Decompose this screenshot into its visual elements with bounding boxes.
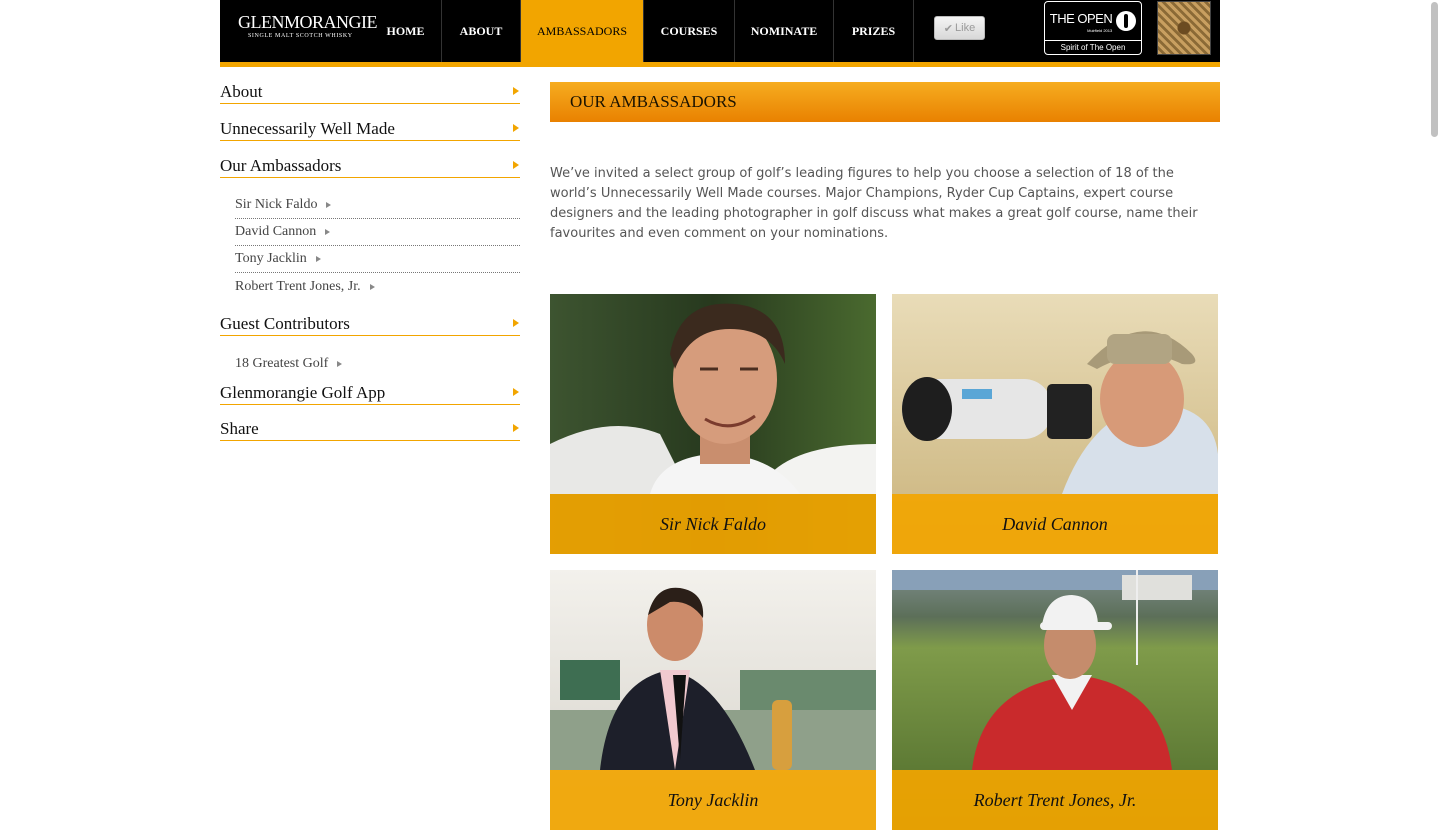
page-title: OUR AMBASSADORS: [550, 82, 1220, 122]
facebook-like-button[interactable]: ✔ Like: [934, 16, 985, 40]
ambassador-name: Robert Trent Jones, Jr.: [892, 770, 1218, 830]
ambassador-card-tony-jacklin[interactable]: Tony Jacklin: [550, 570, 876, 830]
top-header: GLENMORANGIE SINGLE MALT SCOTCH WHISKY H…: [220, 0, 1220, 62]
open-title: THE OPEN: [1049, 10, 1113, 26]
sidebar-item-unnecessarily-well-made[interactable]: Unnecessarily Well Made: [220, 119, 520, 141]
nav-about[interactable]: ABOUT: [442, 0, 521, 62]
sidebar-subitem-label: 18 Greatest Golf: [235, 355, 329, 371]
main-nav: HOME ABOUT AMBASSADORS COURSES NOMINATE …: [370, 0, 914, 62]
the-open-badge[interactable]: THE OPEN Muirfield 2013 Spirit of The Op…: [1044, 1, 1142, 55]
sidebar-item-label: Our Ambassadors: [220, 156, 342, 175]
ambassador-name: David Cannon: [892, 494, 1218, 554]
logo-name: GLENMORANGIE: [238, 12, 377, 32]
sidebar-item-label: Guest Contributors: [220, 314, 350, 333]
sidebar-subitem-robert-trent-jones[interactable]: Robert Trent Jones, Jr.: [235, 273, 520, 300]
logo-tagline: SINGLE MALT SCOTCH WHISKY: [248, 33, 353, 39]
sidebar-subitem-tony-jacklin[interactable]: Tony Jacklin: [235, 246, 520, 273]
arrow-right-icon: [315, 256, 321, 262]
arrow-right-icon: [513, 388, 519, 396]
header-accent-stripe: [220, 62, 1220, 67]
like-label: Like: [955, 22, 976, 34]
ambassador-name: Sir Nick Faldo: [550, 494, 876, 554]
arrow-right-icon: [513, 161, 519, 169]
sidebar-subitem-nick-faldo[interactable]: Sir Nick Faldo: [235, 192, 520, 219]
nav-home[interactable]: HOME: [370, 0, 442, 62]
ambassador-sublist: Sir Nick Faldo David Cannon Tony Jacklin…: [235, 192, 520, 300]
sidebar-subitem-label: David Cannon: [235, 224, 317, 239]
sidebar-subitem-label: Tony Jacklin: [235, 251, 307, 266]
sidebar-item-about[interactable]: About: [220, 82, 520, 104]
guest-sublist: 18 Greatest Golf: [235, 350, 520, 377]
ambassador-card-david-cannon[interactable]: David Cannon: [892, 294, 1218, 554]
open-badge-text: THE OPEN Muirfield 2013: [1049, 10, 1113, 33]
open-spirit-label: Spirit of The Open: [1045, 40, 1141, 54]
ambassador-card-robert-trent-jones[interactable]: Robert Trent Jones, Jr.: [892, 570, 1218, 830]
sidebar-item-label: About: [220, 82, 263, 101]
decorative-pattern-thumbnail[interactable]: [1157, 1, 1211, 55]
intro-paragraph: We’ve invited a select group of golf’s l…: [550, 166, 1198, 241]
arrow-right-icon: [513, 424, 519, 432]
sidebar-item-label: Share: [220, 419, 259, 438]
sidebar-item-our-ambassadors[interactable]: Our Ambassadors: [220, 156, 520, 178]
nav-ambassadors[interactable]: AMBASSADORS: [521, 0, 644, 62]
open-venue: Muirfield 2013: [1087, 27, 1113, 33]
check-icon: ✔: [943, 22, 954, 35]
page-container: GLENMORANGIE SINGLE MALT SCOTCH WHISKY H…: [220, 0, 1220, 830]
scrollbar[interactable]: [1430, 0, 1440, 830]
ambassador-name: Tony Jacklin: [550, 770, 876, 830]
nav-prizes[interactable]: PRIZES: [834, 0, 914, 62]
arrow-right-icon: [513, 124, 519, 132]
sidebar-subitem-18-greatest-golf[interactable]: 18 Greatest Golf: [235, 350, 520, 377]
sidebar: About Unnecessarily Well Made Our Ambass…: [220, 82, 520, 441]
sidebar-item-golf-app[interactable]: Glenmorangie Golf App: [220, 383, 520, 405]
arrow-right-icon: [513, 319, 519, 327]
sidebar-item-share[interactable]: Share: [220, 419, 520, 441]
nav-nominate[interactable]: NOMINATE: [735, 0, 834, 62]
arrow-right-icon: [337, 360, 343, 367]
sidebar-subitem-label: Sir Nick Faldo: [235, 197, 318, 212]
arrow-right-icon: [325, 229, 331, 235]
arrow-right-icon: [513, 87, 519, 95]
sidebar-item-label: Glenmorangie Golf App: [220, 383, 386, 402]
nav-courses[interactable]: COURSES: [644, 0, 735, 62]
sidebar-subitem-david-cannon[interactable]: David Cannon: [235, 219, 520, 246]
scrollbar-thumb[interactable]: [1431, 2, 1438, 137]
claret-jug-icon: [1116, 11, 1137, 31]
sidebar-subitem-label: Robert Trent Jones, Jr.: [235, 278, 361, 294]
ambassador-card-nick-faldo[interactable]: Sir Nick Faldo: [550, 294, 876, 554]
open-badge-top: THE OPEN Muirfield 2013: [1045, 8, 1141, 34]
glenmorangie-logo[interactable]: GLENMORANGIE SINGLE MALT SCOTCH WHISKY: [238, 12, 377, 39]
sidebar-item-label: Unnecessarily Well Made: [220, 119, 395, 138]
sidebar-item-guest-contributors[interactable]: Guest Contributors: [220, 314, 520, 336]
arrow-right-icon: [369, 283, 375, 290]
arrow-right-icon: [326, 202, 332, 208]
